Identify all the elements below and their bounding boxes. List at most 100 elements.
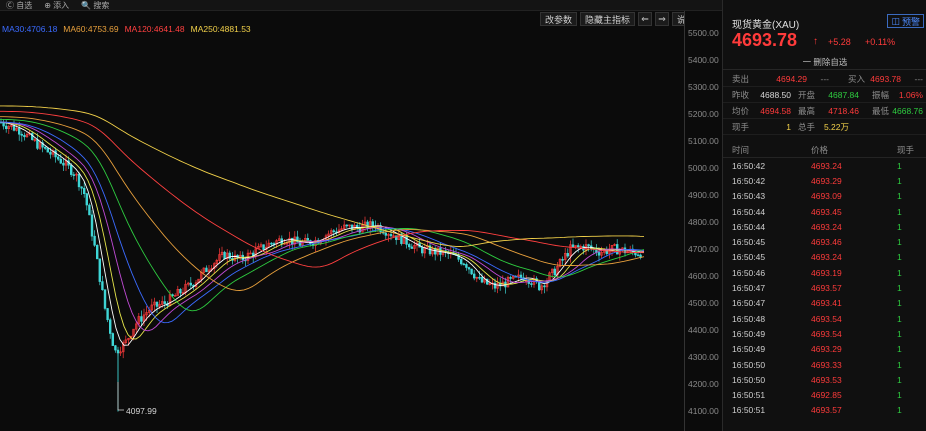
tick-price: 4693.41 — [811, 298, 842, 309]
candle-body — [410, 246, 413, 249]
ma5-line — [0, 121, 645, 346]
price-change: +5.28 — [828, 37, 851, 47]
toolbar-item-label: 🔍 搜索 — [81, 0, 110, 10]
candle-body — [77, 173, 81, 188]
toolbar-item-favorites[interactable]: Ⓒ 自选 — [0, 0, 38, 10]
candle-body — [459, 259, 463, 265]
ma60-label: MA60:4753.69 — [63, 24, 119, 34]
ma10-line — [0, 121, 645, 340]
candle-body — [332, 230, 335, 233]
tick-price: 4693.54 — [811, 313, 842, 324]
tick-volume: 1 — [897, 237, 902, 248]
candle-body — [537, 281, 541, 291]
alert-button[interactable]: ◫ 预警 — [887, 14, 924, 28]
candle-body — [636, 254, 640, 257]
candle-body — [62, 162, 65, 166]
ticks-list: 16:50:42 4693.24 1 16:50:42 4693.29 1 16:50:43… — [723, 158, 926, 418]
candle-body — [384, 232, 387, 236]
candle-body — [30, 132, 34, 140]
candle-body — [56, 156, 60, 160]
tick-row: 16:50:47 4693.41 1 — [723, 296, 926, 311]
candle-body — [389, 234, 393, 237]
tick-time: 16:50:51 — [732, 390, 766, 401]
ticks-header-volume: 现手 — [897, 145, 915, 155]
tick-price: 4692.85 — [811, 390, 842, 401]
bell-icon: ◫ — [891, 15, 900, 26]
ticks-header-time: 时间 — [732, 145, 750, 155]
toolbar-item-search[interactable]: 🔍 搜索 — [75, 0, 115, 10]
candle-body — [493, 282, 497, 289]
tick-row: 16:50:51 4692.85 1 — [723, 387, 926, 402]
tick-row: 16:50:45 4693.24 1 — [723, 250, 926, 265]
quote-header: 现货黄金(XAU) ◫ 预警 4693.78 ↑ +5.28 +0.11% 一 … — [723, 0, 926, 70]
amplitude-value: 1.06% — [898, 89, 923, 100]
tick-time: 16:50:47 — [732, 298, 766, 309]
avg-value: 4694.58 — [760, 105, 791, 116]
candle-body — [205, 267, 208, 273]
candle-body — [98, 258, 102, 282]
hide-main-indicator-button[interactable]: 隐藏主指标 — [580, 12, 636, 26]
tick-volume: 1 — [897, 221, 902, 232]
price-axis-tick: 5000.00 — [688, 163, 719, 173]
instrument-title: 现货黄金(XAU) — [732, 20, 800, 31]
candle-body — [530, 283, 533, 285]
candle-body — [189, 282, 192, 286]
ticks-header: 时间 价格 现手 — [723, 143, 926, 158]
quote-row-prev-open: 昨收 4688.50 开盘 4687.84 振幅 1.06% — [723, 87, 926, 103]
candle-body — [407, 244, 411, 248]
tick-volume: 1 — [897, 160, 902, 171]
arrow-right-icon[interactable]: ⇒ — [655, 12, 670, 26]
tick-price: 4693.54 — [811, 328, 842, 339]
candle-body — [85, 193, 89, 206]
tick-volume: 1 — [897, 344, 902, 355]
candle-body — [270, 242, 273, 245]
quote-panel: 现货黄金(XAU) ◫ 预警 4693.78 ↑ +5.28 +0.11% 一 … — [722, 0, 926, 431]
tick-row: 16:50:42 4693.29 1 — [723, 173, 926, 188]
ticks-header-price: 价格 — [811, 145, 829, 155]
candle-body — [519, 274, 523, 279]
tick-volume: 1 — [897, 405, 902, 416]
arrow-left-icon[interactable]: ⇐ — [638, 12, 653, 26]
volume-value: 1 — [786, 121, 791, 132]
tick-volume: 1 — [897, 359, 902, 370]
price-axis-tick: 5500.00 — [688, 28, 719, 38]
remove-favorite-button[interactable]: 一 删除自选 — [723, 56, 926, 68]
tick-time: 16:50:48 — [732, 313, 766, 324]
sell-price: 4694.29 — [776, 73, 807, 84]
sell-label: 卖出 — [732, 73, 750, 84]
candle-body — [350, 224, 354, 230]
toolbar-item-label: ⊕ 添入 — [44, 0, 70, 10]
candle-body — [543, 285, 546, 288]
candle-body — [163, 301, 166, 304]
candle-body — [103, 289, 107, 309]
candle-body — [480, 277, 484, 283]
candle-body — [111, 333, 115, 346]
ma30-line — [0, 121, 645, 324]
tick-volume: 1 — [897, 374, 902, 385]
tick-price: 4693.33 — [811, 359, 842, 370]
candle-body — [46, 148, 50, 153]
tick-price: 4693.24 — [811, 252, 842, 263]
candle-body — [17, 127, 21, 135]
tick-volume: 1 — [897, 252, 902, 263]
candle-body — [20, 133, 23, 136]
price-axis-tick: 5100.00 — [688, 136, 719, 146]
toolbar-item-add[interactable]: ⊕ 添入 — [38, 0, 75, 10]
candle-body — [114, 345, 117, 351]
tick-row: 16:50:46 4693.19 1 — [723, 265, 926, 280]
tick-time: 16:50:44 — [732, 221, 766, 232]
candle-body — [566, 253, 570, 257]
tick-volume: 1 — [897, 283, 902, 294]
candle-body — [597, 252, 601, 256]
tick-time: 16:50:43 — [732, 191, 766, 202]
ma60-line — [0, 116, 645, 291]
tick-row: 16:50:50 4693.33 1 — [723, 357, 926, 372]
tick-row: 16:50:49 4693.29 1 — [723, 342, 926, 357]
params-button[interactable]: 改参数 — [540, 12, 578, 26]
candlestick-chart[interactable]: 4097.99 — [0, 36, 684, 431]
candle-body — [371, 221, 374, 227]
toolbar-item-label: Ⓒ 自选 — [6, 0, 33, 10]
price-axis: 5500.00 5400.00 5300.00 5200.00 5100.00 5000.… — [684, 11, 722, 431]
candle-body — [43, 146, 47, 149]
last-price: 4693.78 — [732, 30, 798, 50]
